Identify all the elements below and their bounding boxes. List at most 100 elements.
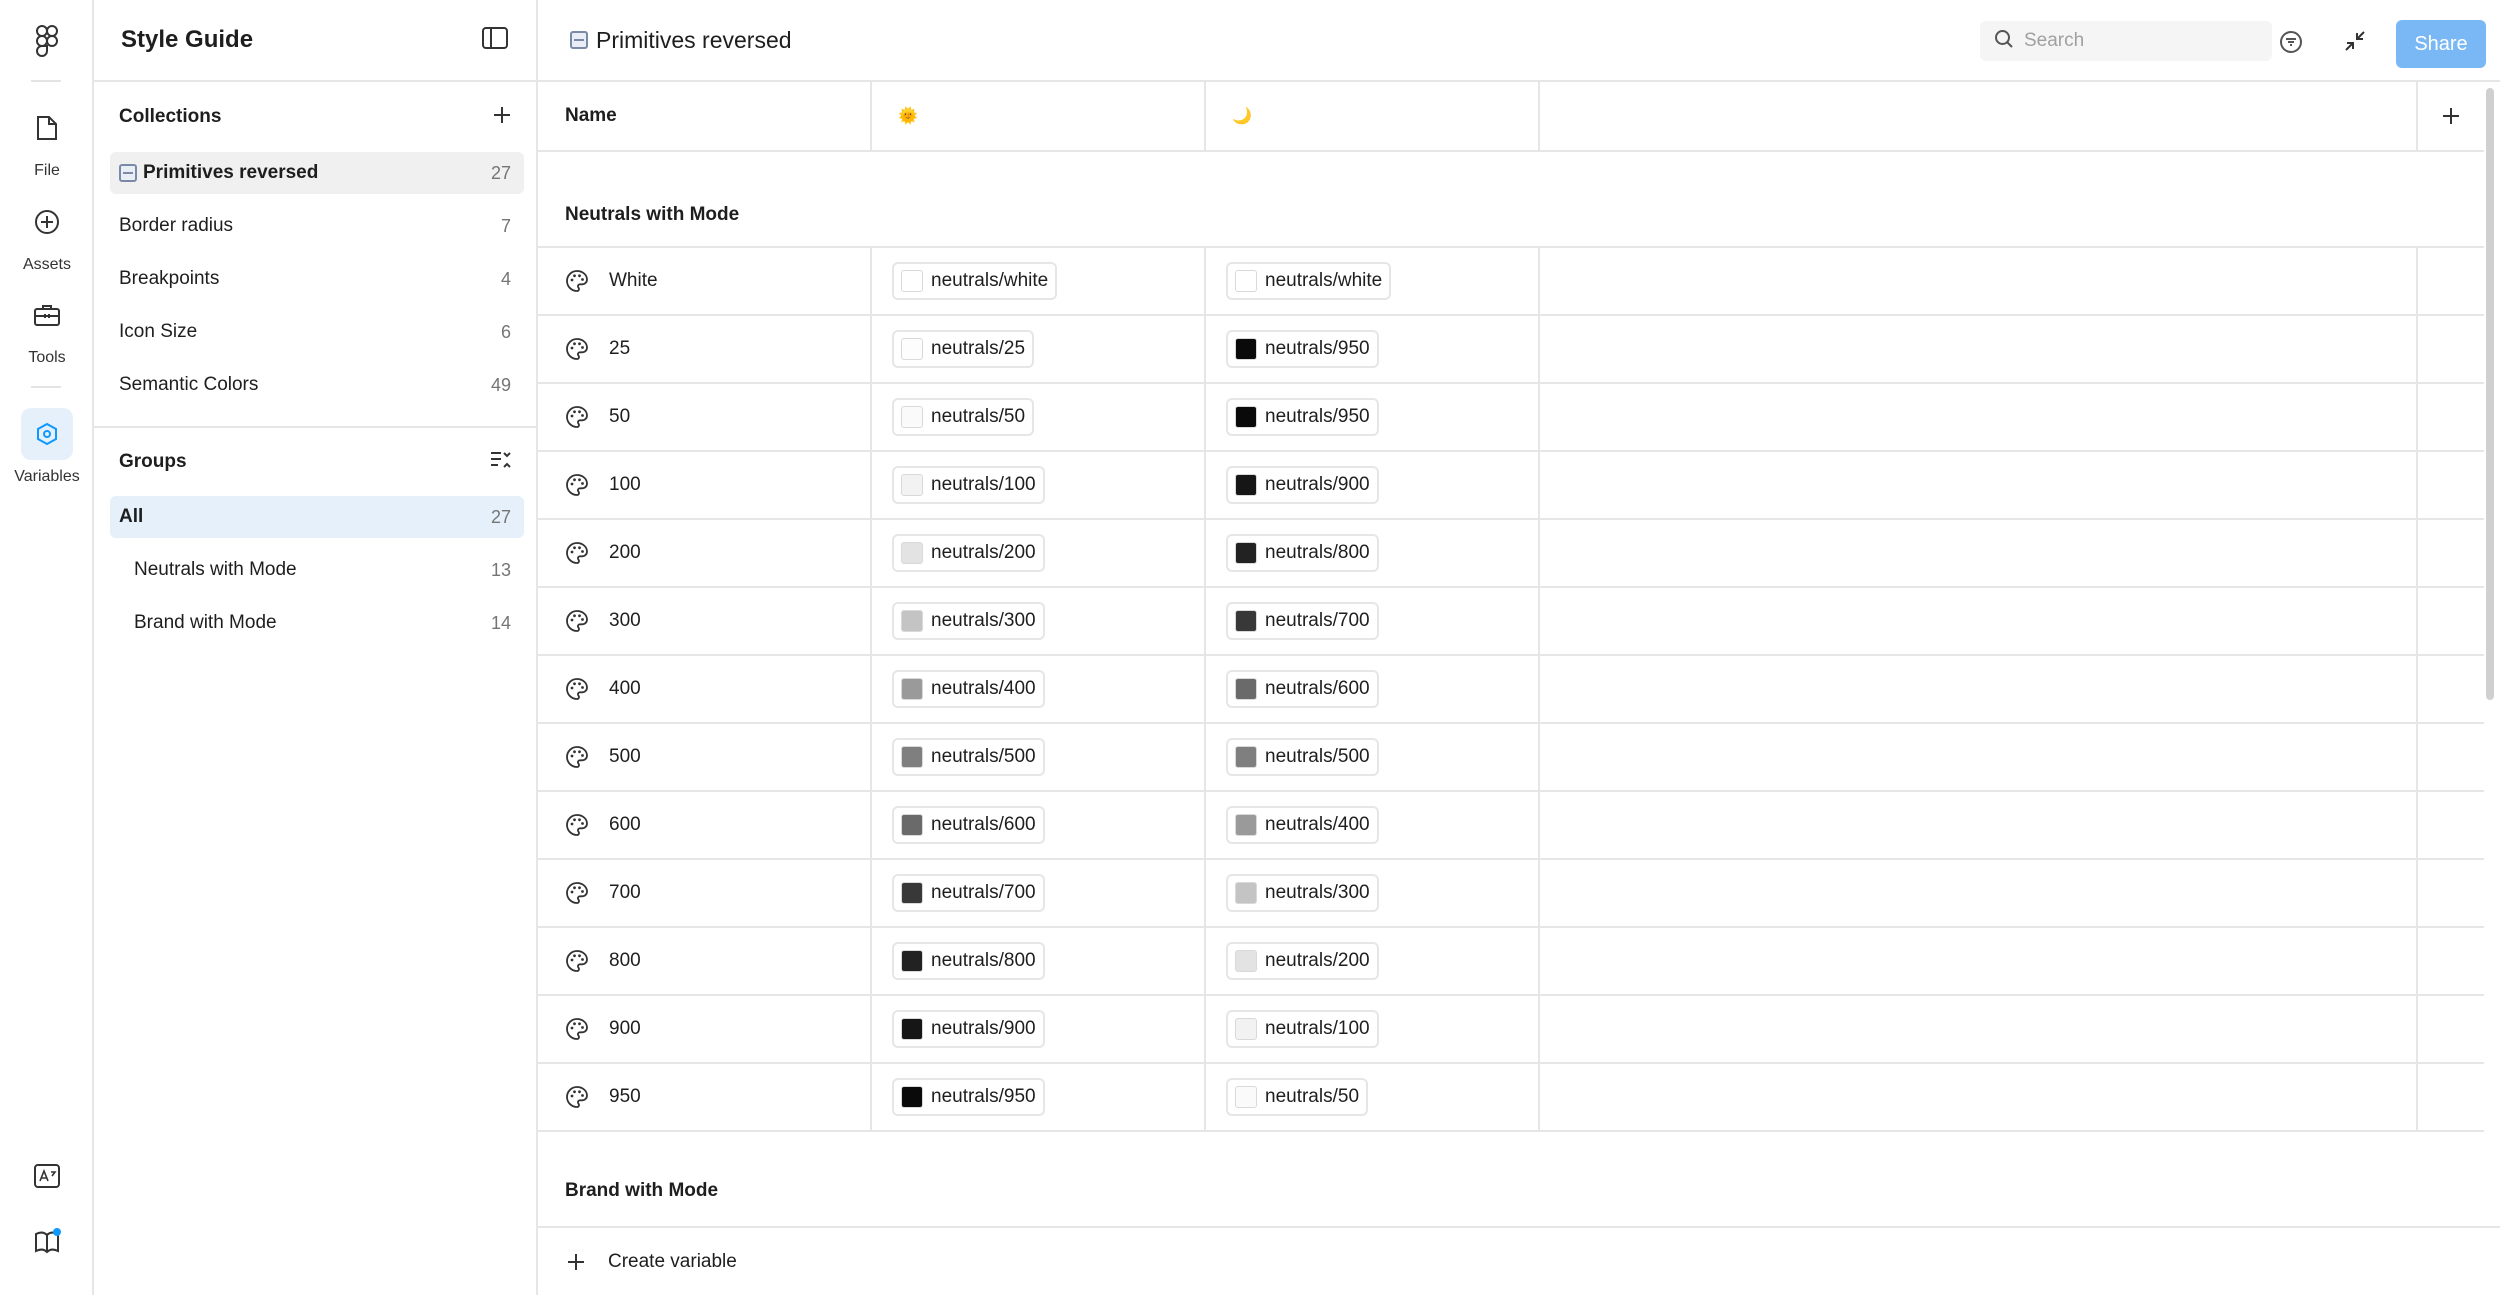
mode-light-value-cell[interactable]: neutrals/700 bbox=[872, 860, 1206, 926]
mode-light-value-cell[interactable]: neutrals/50 bbox=[872, 384, 1206, 450]
collection-item-border-radius[interactable]: Border radius 7 bbox=[110, 205, 524, 247]
mode-dark-value-cell[interactable]: neutrals/600 bbox=[1206, 656, 1540, 722]
collection-item-icon-size[interactable]: Icon Size 6 bbox=[110, 311, 524, 353]
alias-chip[interactable]: neutrals/900 bbox=[1226, 466, 1379, 504]
alias-chip[interactable]: neutrals/200 bbox=[892, 534, 1045, 572]
alias-chip[interactable]: neutrals/600 bbox=[892, 806, 1045, 844]
mode-light-value-cell[interactable]: neutrals/200 bbox=[872, 520, 1206, 586]
alias-chip[interactable]: neutrals/300 bbox=[1226, 874, 1379, 912]
mode-dark-value-cell[interactable]: neutrals/950 bbox=[1206, 384, 1540, 450]
variable-name-cell[interactable]: 950 bbox=[538, 1064, 872, 1130]
scrollbar[interactable] bbox=[2486, 88, 2494, 700]
variable-name-cell[interactable]: 600 bbox=[538, 792, 872, 858]
group-list-options-icon[interactable] bbox=[490, 450, 512, 475]
table-row[interactable]: White neutrals/white neutrals/white bbox=[538, 248, 2484, 316]
table-row[interactable]: 400 neutrals/400 neutrals/600 bbox=[538, 656, 2484, 724]
alias-chip[interactable]: neutrals/300 bbox=[892, 602, 1045, 640]
mode-light-value-cell[interactable]: neutrals/950 bbox=[872, 1064, 1206, 1130]
alias-chip[interactable]: neutrals/white bbox=[1226, 262, 1392, 300]
alias-chip[interactable]: neutrals/500 bbox=[892, 738, 1045, 776]
alias-chip[interactable]: neutrals/950 bbox=[892, 1078, 1045, 1116]
mode-light-value-cell[interactable]: neutrals/100 bbox=[872, 452, 1206, 518]
table-row[interactable]: 25 neutrals/25 neutrals/950 bbox=[538, 316, 2484, 384]
variable-name-cell[interactable]: 300 bbox=[538, 588, 872, 654]
search-input[interactable] bbox=[2024, 30, 2254, 52]
mode-dark-value-cell[interactable]: neutrals/200 bbox=[1206, 928, 1540, 994]
variable-name-cell[interactable]: White bbox=[538, 248, 872, 314]
table-row[interactable]: 200 neutrals/200 neutrals/800 bbox=[538, 520, 2484, 588]
alias-chip[interactable]: neutrals/800 bbox=[892, 942, 1045, 980]
variable-name-cell[interactable]: 500 bbox=[538, 724, 872, 790]
alias-chip[interactable]: neutrals/100 bbox=[1226, 1010, 1379, 1048]
rail-item-file[interactable]: File bbox=[0, 102, 94, 180]
collapse-icon[interactable] bbox=[2338, 24, 2372, 58]
alias-chip[interactable]: neutrals/25 bbox=[892, 330, 1035, 368]
mode-light-value-cell[interactable]: neutrals/600 bbox=[872, 792, 1206, 858]
mode-light-value-cell[interactable]: neutrals/white bbox=[872, 248, 1206, 314]
mode-light-value-cell[interactable]: neutrals/400 bbox=[872, 656, 1206, 722]
table-row[interactable]: 500 neutrals/500 neutrals/500 bbox=[538, 724, 2484, 792]
alias-chip[interactable]: neutrals/700 bbox=[1226, 602, 1379, 640]
column-header-mode-dark[interactable]: 🌙 bbox=[1206, 82, 1540, 150]
table-row[interactable]: 600 neutrals/600 neutrals/400 bbox=[538, 792, 2484, 860]
add-mode-button[interactable] bbox=[2418, 82, 2484, 150]
mode-light-value-cell[interactable]: neutrals/300 bbox=[872, 588, 1206, 654]
table-row[interactable]: 900 neutrals/900 neutrals/100 bbox=[538, 996, 2484, 1064]
mode-dark-value-cell[interactable]: neutrals/950 bbox=[1206, 316, 1540, 382]
alias-chip[interactable]: neutrals/100 bbox=[892, 466, 1045, 504]
table-row[interactable]: 950 neutrals/950 neutrals/50 bbox=[538, 1064, 2484, 1132]
mode-dark-value-cell[interactable]: neutrals/700 bbox=[1206, 588, 1540, 654]
column-header-name[interactable]: Name bbox=[538, 82, 872, 150]
alias-chip[interactable]: neutrals/white bbox=[892, 262, 1058, 300]
mode-dark-value-cell[interactable]: neutrals/500 bbox=[1206, 724, 1540, 790]
group-item-all[interactable]: All 27 bbox=[110, 496, 524, 538]
variable-name-cell[interactable]: 400 bbox=[538, 656, 872, 722]
table-row[interactable]: 700 neutrals/700 neutrals/300 bbox=[538, 860, 2484, 928]
variable-name-cell[interactable]: 900 bbox=[538, 996, 872, 1062]
rail-item-variables[interactable]: Variables bbox=[0, 408, 94, 486]
alias-chip[interactable]: neutrals/950 bbox=[1226, 330, 1379, 368]
mode-dark-value-cell[interactable]: neutrals/100 bbox=[1206, 996, 1540, 1062]
mode-dark-value-cell[interactable]: neutrals/300 bbox=[1206, 860, 1540, 926]
variable-name-cell[interactable]: 200 bbox=[538, 520, 872, 586]
alias-chip[interactable]: neutrals/400 bbox=[1226, 806, 1379, 844]
alias-chip[interactable]: neutrals/950 bbox=[1226, 398, 1379, 436]
alias-chip[interactable]: neutrals/400 bbox=[892, 670, 1045, 708]
variable-name-cell[interactable]: 100 bbox=[538, 452, 872, 518]
alias-chip[interactable]: neutrals/50 bbox=[892, 398, 1035, 436]
alias-chip[interactable]: neutrals/600 bbox=[1226, 670, 1379, 708]
filter-icon[interactable] bbox=[2276, 27, 2306, 57]
collection-item-primitives-reversed[interactable]: Primitives reversed 27 bbox=[110, 152, 524, 194]
column-header-mode-light[interactable]: 🌞 bbox=[872, 82, 1206, 150]
mode-light-value-cell[interactable]: neutrals/25 bbox=[872, 316, 1206, 382]
alias-chip[interactable]: neutrals/500 bbox=[1226, 738, 1379, 776]
alias-chip[interactable]: neutrals/700 bbox=[892, 874, 1045, 912]
variable-name-cell[interactable]: 800 bbox=[538, 928, 872, 994]
table-row[interactable]: 800 neutrals/800 neutrals/200 bbox=[538, 928, 2484, 996]
collection-item-semantic-colors[interactable]: Semantic Colors 49 bbox=[110, 364, 524, 406]
rail-item-tools[interactable]: Tools bbox=[0, 289, 94, 367]
add-collection-icon[interactable] bbox=[492, 105, 512, 130]
table-row[interactable]: 50 neutrals/50 neutrals/950 bbox=[538, 384, 2484, 452]
table-row[interactable]: 300 neutrals/300 neutrals/700 bbox=[538, 588, 2484, 656]
translate-icon[interactable] bbox=[27, 1156, 67, 1196]
mode-dark-value-cell[interactable]: neutrals/900 bbox=[1206, 452, 1540, 518]
variable-name-cell[interactable]: 700 bbox=[538, 860, 872, 926]
collection-item-breakpoints[interactable]: Breakpoints 4 bbox=[110, 258, 524, 300]
figma-logo-icon[interactable] bbox=[30, 24, 64, 58]
alias-chip[interactable]: neutrals/200 bbox=[1226, 942, 1379, 980]
sidebar-toggle-icon[interactable] bbox=[482, 26, 508, 54]
mode-dark-value-cell[interactable]: neutrals/800 bbox=[1206, 520, 1540, 586]
mode-light-value-cell[interactable]: neutrals/900 bbox=[872, 996, 1206, 1062]
book-icon[interactable] bbox=[27, 1222, 67, 1262]
mode-dark-value-cell[interactable]: neutrals/white bbox=[1206, 248, 1540, 314]
mode-light-value-cell[interactable]: neutrals/500 bbox=[872, 724, 1206, 790]
mode-light-value-cell[interactable]: neutrals/800 bbox=[872, 928, 1206, 994]
variable-name-cell[interactable]: 25 bbox=[538, 316, 872, 382]
group-item-brand-with-mode[interactable]: Brand with Mode 14 bbox=[110, 602, 524, 644]
mode-dark-value-cell[interactable]: neutrals/400 bbox=[1206, 792, 1540, 858]
variable-name-cell[interactable]: 50 bbox=[538, 384, 872, 450]
alias-chip[interactable]: neutrals/900 bbox=[892, 1010, 1045, 1048]
alias-chip[interactable]: neutrals/800 bbox=[1226, 534, 1379, 572]
group-item-neutrals-with-mode[interactable]: Neutrals with Mode 13 bbox=[110, 549, 524, 591]
